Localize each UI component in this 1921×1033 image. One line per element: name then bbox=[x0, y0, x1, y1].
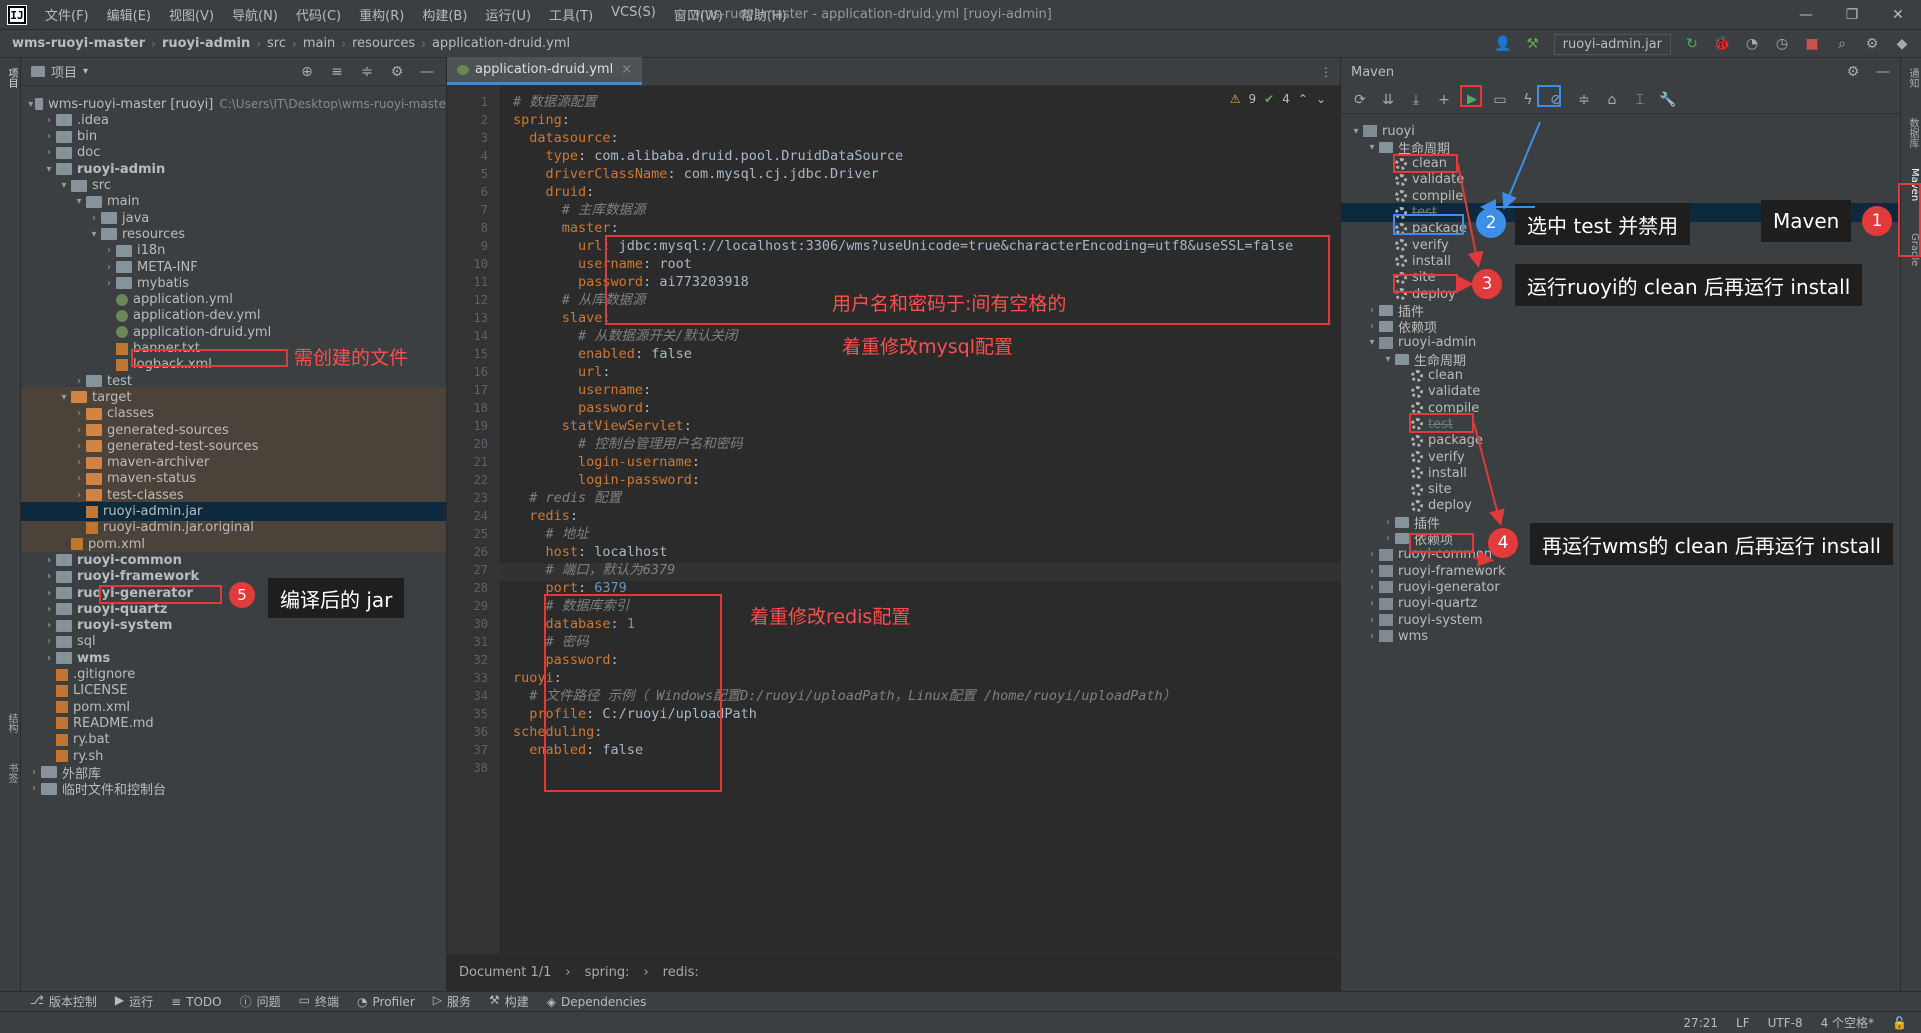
arrow-skip-tests bbox=[1502, 121, 1541, 210]
annotation-arrows bbox=[1457, 121, 1541, 567]
arrow-admin-clean-to-install bbox=[1473, 422, 1505, 526]
arrow-4 bbox=[1473, 550, 1494, 567]
ide-window: IJ 文件(F) 编辑(E) 视图(V) 导航(N) 代码(C) 重构(R) 构建(B) 运行… bbox=[0, 0, 1921, 1033]
arrow-clean-to-install bbox=[1457, 163, 1484, 268]
